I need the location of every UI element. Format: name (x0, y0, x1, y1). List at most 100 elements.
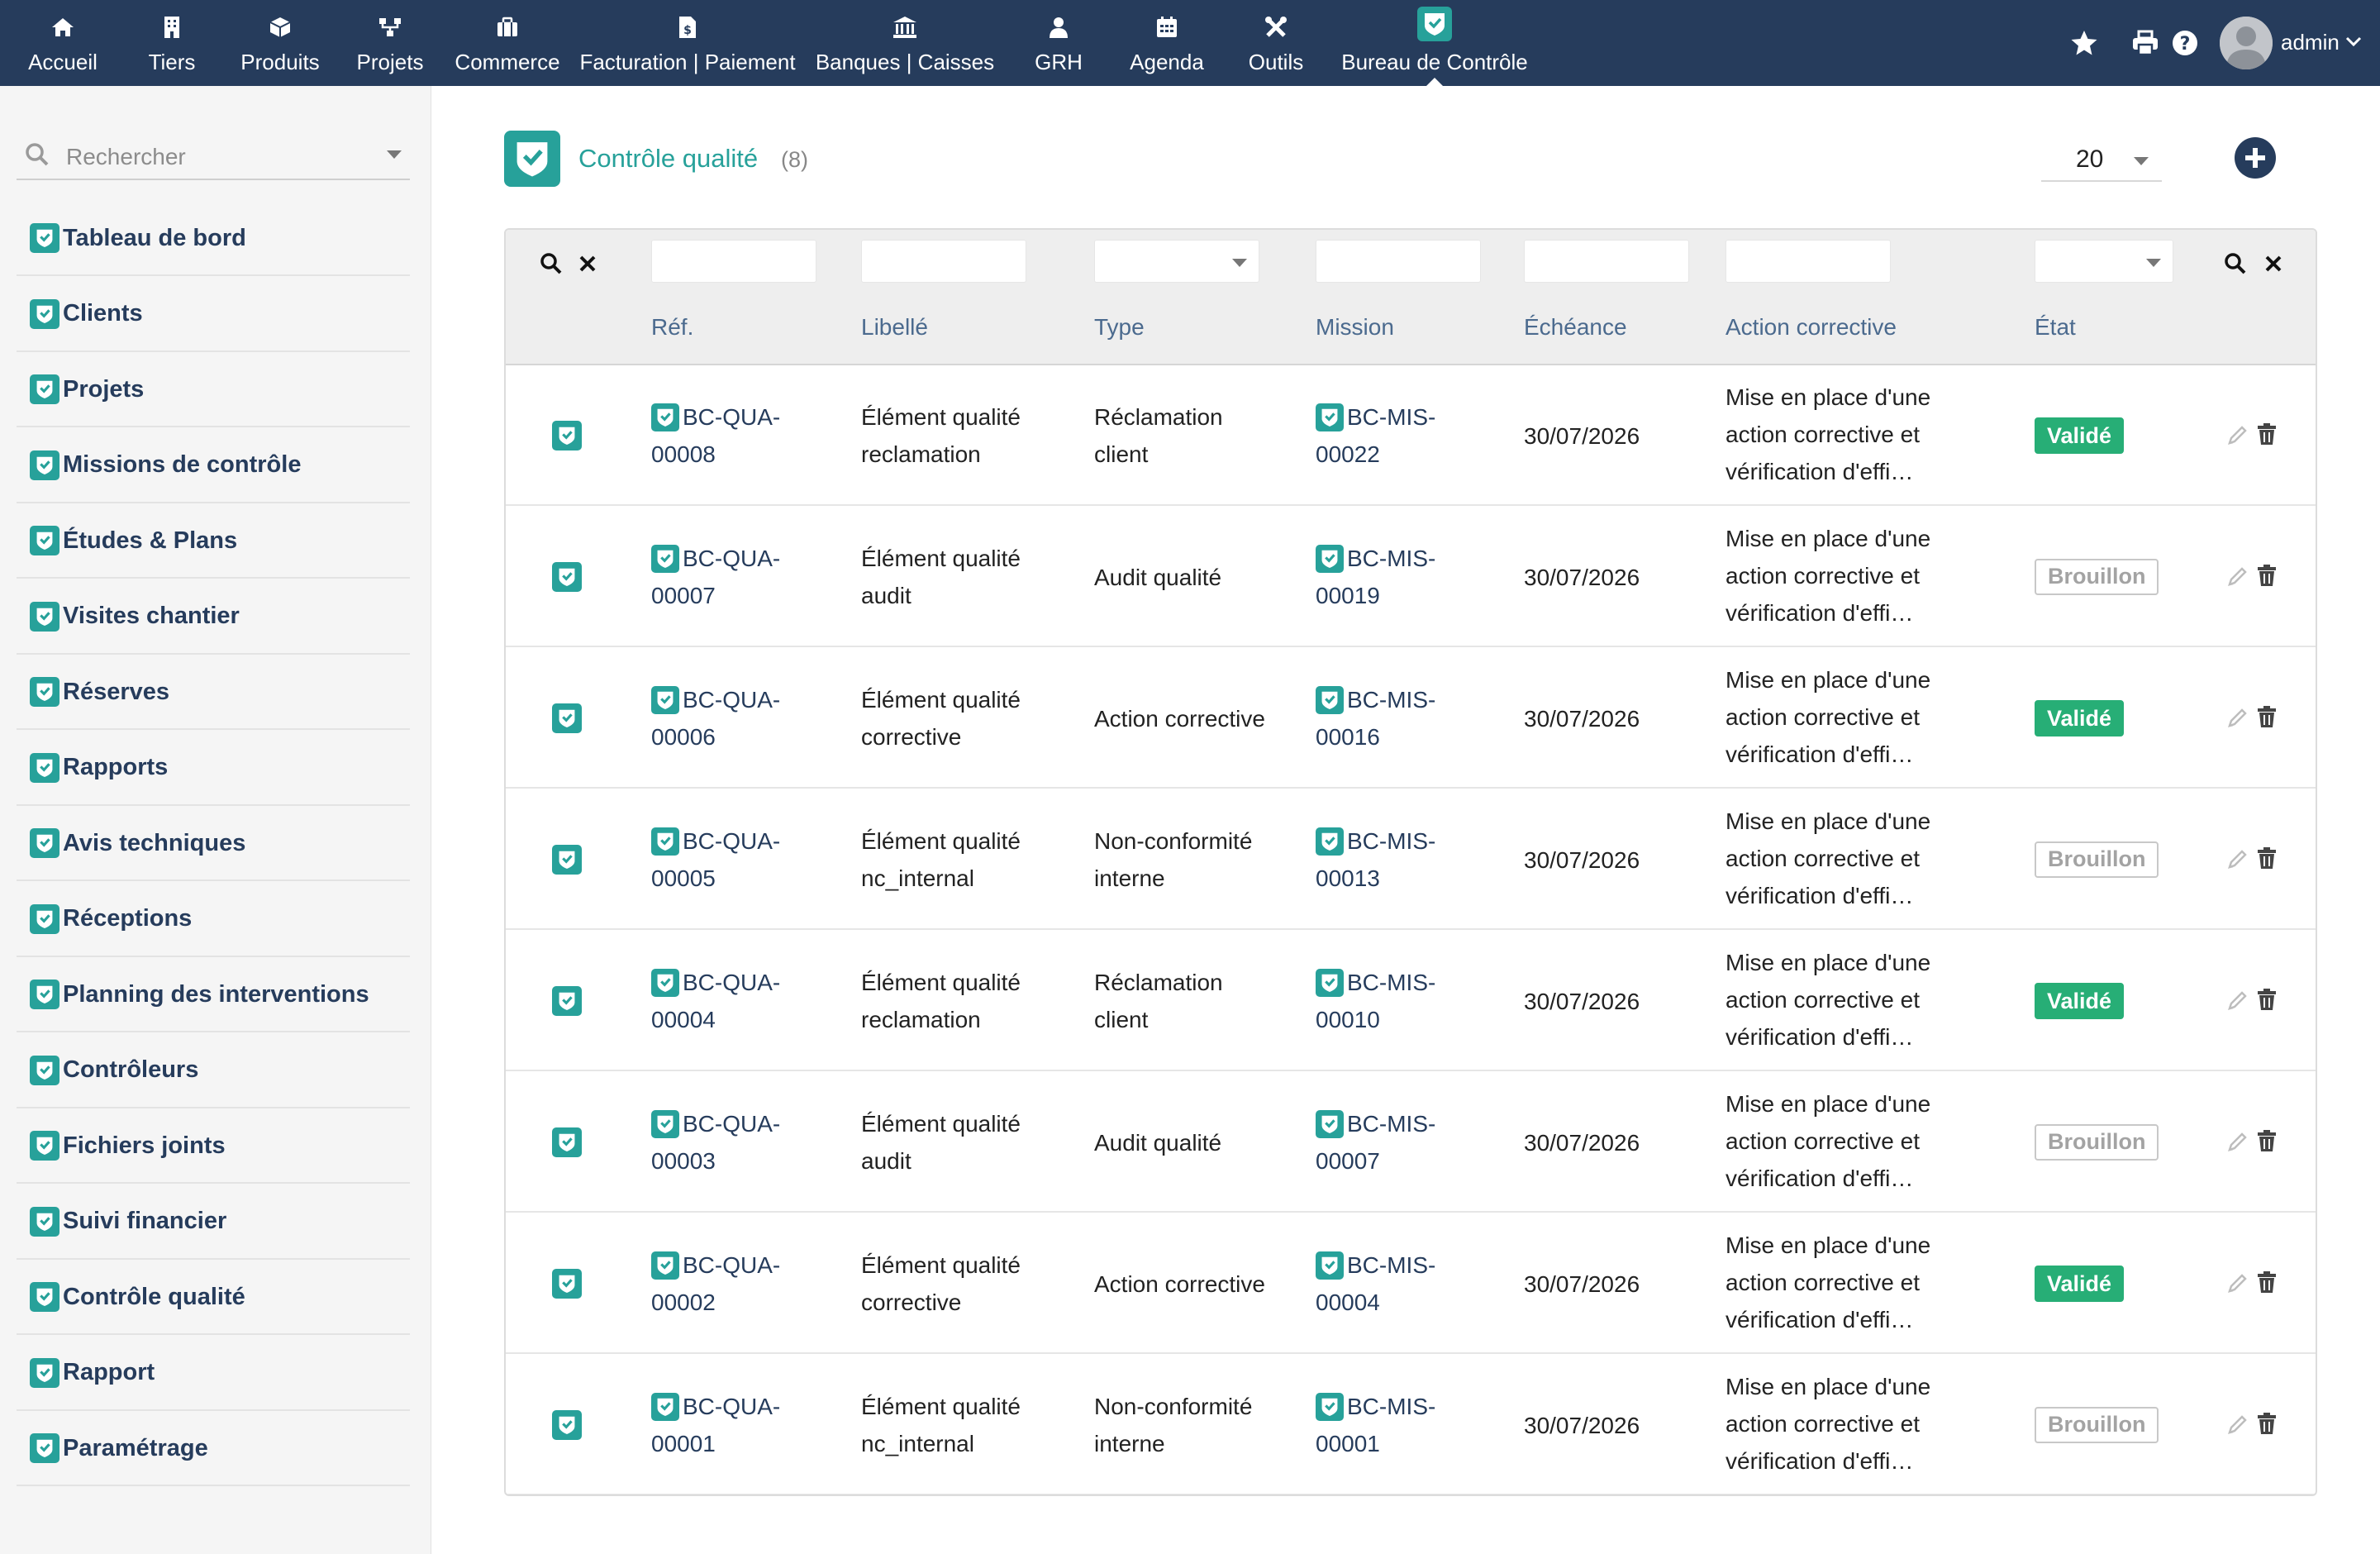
sidebar-item-5[interactable]: Visites chantier (17, 580, 410, 655)
sidebar-item-16[interactable]: Paramétrage (17, 1412, 410, 1486)
per-page-select[interactable]: 20 (2041, 137, 2162, 182)
table-row[interactable]: BC-QUA- 00004 Élément qualité reclamation Ré… (506, 931, 2316, 1071)
user-name[interactable]: admin (2281, 30, 2340, 55)
chevron-down-icon[interactable] (2344, 31, 2363, 51)
edit-icon[interactable] (2225, 1130, 2249, 1155)
edit-icon[interactable] (2225, 1413, 2249, 1437)
trash-icon[interactable] (2254, 704, 2279, 729)
column-header-etat[interactable]: État (2035, 314, 2076, 341)
row-select-icon[interactable] (552, 1269, 582, 1299)
sidebar-item-8[interactable]: Avis techniques (17, 807, 410, 881)
trash-icon[interactable] (2254, 1411, 2279, 1436)
chevron-down-icon[interactable] (387, 150, 402, 159)
sidebar-item-14[interactable]: Contrôle qualité (17, 1261, 410, 1335)
trash-icon[interactable] (2254, 987, 2279, 1012)
nav-banques[interactable]: Banques | Caisses (813, 0, 997, 86)
ref-link[interactable]: BC-QUA- 00003 (651, 1105, 780, 1180)
nav-produits[interactable]: Produits (236, 0, 324, 86)
trash-icon[interactable] (2254, 1270, 2279, 1294)
trash-icon[interactable] (2254, 422, 2279, 446)
print-icon[interactable] (2130, 28, 2160, 58)
trash-icon[interactable] (2254, 563, 2279, 588)
nav-commerce[interactable]: Commerce (453, 0, 562, 86)
nav-facturation[interactable]: $ Facturation | Paiement (578, 0, 797, 86)
edit-icon[interactable] (2225, 989, 2249, 1013)
filter-etat[interactable] (2035, 240, 2173, 283)
ref-link[interactable]: BC-QUA- 00005 (651, 822, 780, 897)
sidebar-item-12[interactable]: Fichiers joints (17, 1109, 410, 1184)
row-select-icon[interactable] (552, 421, 582, 450)
sidebar-item-1[interactable]: Clients (17, 278, 410, 352)
row-select-icon[interactable] (552, 1410, 582, 1440)
edit-icon[interactable] (2225, 706, 2249, 731)
sidebar-item-2[interactable]: Projets (17, 353, 410, 427)
row-select-icon[interactable] (552, 562, 582, 592)
trash-icon[interactable] (2254, 1128, 2279, 1153)
sidebar-item-13[interactable]: Suivi financier (17, 1185, 410, 1260)
column-header-ref[interactable]: Réf. (651, 314, 693, 341)
table-row[interactable]: BC-QUA- 00002 Élément qualité corrective Act… (506, 1213, 2316, 1354)
nav-tiers[interactable]: Tiers (139, 0, 205, 86)
mission-link[interactable]: BC-MIS- 00004 (1316, 1247, 1435, 1321)
sidebar-item-4[interactable]: Études & Plans (17, 504, 410, 579)
filter-ref[interactable] (651, 240, 816, 283)
table-row[interactable]: BC-QUA- 00006 Élément qualité corrective Act… (506, 648, 2316, 789)
sidebar-item-10[interactable]: Planning des interventions (17, 958, 410, 1032)
filter-mission[interactable] (1316, 240, 1481, 283)
close-icon[interactable] (575, 251, 600, 276)
filter-echeance[interactable] (1524, 240, 1689, 283)
star-icon[interactable] (2069, 28, 2099, 58)
sidebar-item-11[interactable]: Contrôleurs (17, 1034, 410, 1108)
sidebar-item-7[interactable]: Rapports (17, 732, 410, 806)
sidebar-item-0[interactable]: Tableau de bord (17, 202, 410, 276)
search-icon[interactable] (2223, 251, 2248, 276)
help-icon[interactable]: ? (2170, 28, 2200, 58)
nav-agenda[interactable]: Agenda (1126, 0, 1208, 86)
sidebar-item-3[interactable]: Missions de contrôle (17, 429, 410, 503)
mission-link[interactable]: BC-MIS- 00007 (1316, 1105, 1435, 1180)
filter-type[interactable] (1094, 240, 1259, 283)
mission-link[interactable]: BC-MIS- 00022 (1316, 398, 1435, 473)
row-select-icon[interactable] (552, 703, 582, 733)
ref-link[interactable]: BC-QUA- 00006 (651, 681, 780, 756)
sidebar-item-15[interactable]: Rapport (17, 1337, 410, 1411)
edit-icon[interactable] (2225, 565, 2249, 589)
nav-bureau-de-controle[interactable]: Bureau de Contrôle (1339, 0, 1530, 86)
edit-icon[interactable] (2225, 1271, 2249, 1296)
row-select-icon[interactable] (552, 986, 582, 1016)
table-row[interactable]: BC-QUA- 00001 Élément qualité nc_internal No… (506, 1355, 2316, 1494)
table-row[interactable]: BC-QUA- 00008 Élément qualité reclamation Ré… (506, 365, 2316, 506)
table-row[interactable]: BC-QUA- 00003 Élément qualité audit Audit qu… (506, 1072, 2316, 1213)
ref-link[interactable]: BC-QUA- 00004 (651, 964, 780, 1038)
avatar[interactable] (2220, 17, 2273, 69)
row-select-icon[interactable] (552, 1127, 582, 1157)
search-icon[interactable] (539, 251, 564, 276)
edit-icon[interactable] (2225, 847, 2249, 872)
sidebar-item-9[interactable]: Réceptions (17, 883, 410, 957)
sidebar-item-6[interactable]: Réserves (17, 655, 410, 730)
nav-grh[interactable]: GRH (1025, 0, 1092, 86)
ref-link[interactable]: BC-QUA- 00007 (651, 540, 780, 614)
close-icon[interactable] (2261, 251, 2286, 276)
row-select-icon[interactable] (552, 845, 582, 875)
add-button[interactable] (2235, 137, 2276, 179)
trash-icon[interactable] (2254, 846, 2279, 870)
mission-link[interactable]: BC-MIS- 00013 (1316, 822, 1435, 897)
ref-link[interactable]: BC-QUA- 00001 (651, 1388, 780, 1462)
table-row[interactable]: BC-QUA- 00007 Élément qualité audit Audit qu… (506, 507, 2316, 647)
mission-link[interactable]: BC-MIS- 00010 (1316, 964, 1435, 1038)
ref-link[interactable]: BC-QUA- 00008 (651, 398, 780, 473)
sidebar-search[interactable]: Rechercher (17, 134, 410, 180)
nav-projets[interactable]: Projets (354, 0, 426, 86)
mission-link[interactable]: BC-MIS- 00019 (1316, 540, 1435, 614)
column-header-action-corrective[interactable]: Action corrective (1726, 314, 1897, 341)
edit-icon[interactable] (2225, 423, 2249, 448)
nav-accueil[interactable]: Accueil (17, 0, 109, 86)
column-header-mission[interactable]: Mission (1316, 314, 1394, 341)
ref-link[interactable]: BC-QUA- 00002 (651, 1247, 780, 1321)
column-header-type[interactable]: Type (1094, 314, 1145, 341)
mission-link[interactable]: BC-MIS- 00016 (1316, 681, 1435, 756)
nav-outils[interactable]: Outils (1241, 0, 1311, 86)
column-header-echeance[interactable]: Échéance (1524, 314, 1627, 341)
filter-libelle[interactable] (861, 240, 1026, 283)
